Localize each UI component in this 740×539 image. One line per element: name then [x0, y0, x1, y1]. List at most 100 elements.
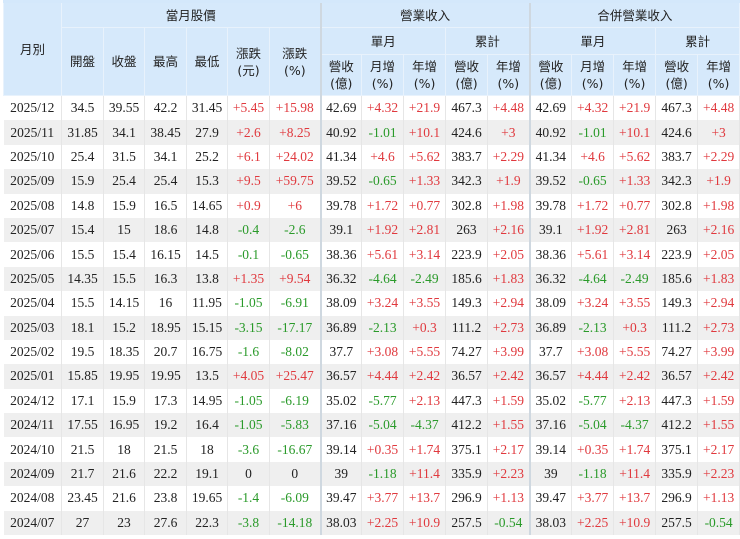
- cons-mom-cell: +4.6: [571, 144, 615, 170]
- month-header: 月別: [3, 1, 62, 96]
- mom-cell: +2.25: [361, 510, 405, 536]
- cons-yoy-cell: -4.37: [613, 413, 657, 438]
- table-row: 2025/07 15.4 15 18.6 14.8 -0.4 -2.6 39.1 +1.92 +2…: [3, 217, 740, 243]
- cons-revenue-cell: 38.36: [528, 242, 573, 267]
- cons-revenue-cell: 40.92: [528, 120, 573, 145]
- yoy-cell: +5.62: [403, 144, 447, 170]
- yoy-cell: +11.4: [403, 461, 447, 487]
- cum-yoy-cell: +2.23: [487, 461, 531, 487]
- table-row: 2024/07 27 23 27.6 22.3 -3.8 -14.18 38.03 +2.25 +…: [3, 510, 740, 536]
- low-cell: 14.5: [186, 242, 228, 267]
- cons-mom-cell: -1.01: [571, 120, 615, 145]
- month-cell: 2025/02: [3, 339, 62, 365]
- open-cell: 15.5: [61, 242, 104, 267]
- open-cell: 14.8: [61, 193, 104, 218]
- close-cell: 23: [103, 510, 145, 536]
- revenue-group-header: 營業收入: [319, 1, 531, 28]
- cum-revenue-cell: 296.9: [445, 486, 489, 511]
- month-cell: 2025/01: [3, 364, 62, 389]
- mom-cell: +3.77: [361, 486, 405, 511]
- revenue-cell: 35.02: [319, 388, 363, 414]
- cons-cum-revenue-cell: 185.6: [655, 266, 699, 292]
- close-cell: 21.6: [103, 461, 145, 487]
- cons-yoy-cell: +5.62: [613, 144, 657, 170]
- revenue-cell: 39.14: [319, 437, 363, 462]
- revenue-cell: 38.09: [319, 291, 363, 316]
- cons-mom-cell: -5.77: [571, 388, 615, 414]
- cons-revenue-cell: 36.57: [528, 364, 573, 389]
- cumulative-header: 累計: [445, 27, 531, 55]
- revenue-cell: 39.1: [319, 217, 363, 243]
- yoy-cell: +2.81: [403, 217, 447, 243]
- cum-yoy-cell: +2.17: [487, 437, 531, 462]
- high-cell: 25.4: [144, 169, 187, 194]
- cons-yoy-cell: +2.13: [613, 388, 657, 414]
- month-cell: 2025/07: [3, 217, 62, 243]
- month-cell: 2025/04: [3, 291, 62, 316]
- cum-yoy-cell: +1.55: [487, 413, 531, 438]
- high-cell: 17.3: [144, 388, 187, 414]
- close-cell: 15.4: [103, 242, 145, 267]
- cons-revenue-cell: 39.1: [528, 217, 573, 243]
- cons-cum-yoy-cell: +3: [697, 120, 740, 145]
- low-cell: 25.2: [186, 144, 228, 170]
- close-cell: 15.9: [103, 193, 145, 218]
- open-cell: 14.35: [61, 266, 104, 292]
- consolidated-single-month-header: 單月: [528, 27, 657, 55]
- revenue-cell: 38.36: [319, 242, 363, 267]
- close-cell: 21.6: [103, 486, 145, 511]
- high-cell: 16.15: [144, 242, 187, 267]
- cons-yoy-cell: +10.9: [613, 510, 657, 536]
- close-header: 收盤: [103, 27, 145, 96]
- yoy-cell: +10.1: [403, 120, 447, 145]
- cons-revenue-cell: 41.34: [528, 144, 573, 170]
- table-row: 2025/11 31.85 34.1 38.45 27.9 +2.6 +8.25 40.92-…: [3, 120, 740, 145]
- open-cell: 15.5: [61, 291, 104, 316]
- open-cell: 31.85: [61, 120, 104, 145]
- cons-cum-revenue-header: 營收 (億): [655, 54, 699, 96]
- low-cell: 13.8: [186, 266, 228, 292]
- cum-yoy-cell: +1.59: [487, 388, 531, 414]
- revenue-cell: 36.57: [319, 364, 363, 389]
- table-row: 2024/12 17.1 15.9 17.3 14.95 -1.05 -6.19 35.02-…: [3, 388, 740, 414]
- cum-revenue-cell: 223.9: [445, 242, 489, 267]
- month-cell: 2024/08: [3, 486, 62, 511]
- open-cell: 18.1: [61, 315, 104, 340]
- low-cell: 19.65: [186, 486, 228, 511]
- mom-cell: +4.44: [361, 364, 405, 389]
- cons-cum-yoy-cell: +1.9: [697, 169, 740, 194]
- cons-yoy-cell: +1.33: [613, 169, 657, 194]
- cum-yoy-cell: +2.05: [487, 242, 531, 267]
- change-pct-cell: 0: [269, 461, 322, 487]
- low-cell: 22.3: [186, 510, 228, 536]
- low-cell: 14.95: [186, 388, 228, 414]
- cons-mom-cell: +1.92: [571, 217, 615, 243]
- rev-revenue-header: 營收 (億): [319, 54, 363, 96]
- change-pct-cell: -5.83: [269, 413, 322, 438]
- cons-mom-cell: +3.77: [571, 486, 615, 511]
- change-cell: +6.1: [227, 144, 270, 170]
- high-cell: 34.1: [144, 144, 187, 170]
- open-cell: 21.5: [61, 437, 104, 462]
- revenue-cell: 37.7: [319, 339, 363, 365]
- table-row: 2025/05 14.35 15.5 16.3 13.8 +1.35 +9.54 36.32-…: [3, 266, 740, 292]
- change-cell: +1.35: [227, 266, 270, 292]
- change-pct-cell: -0.65: [269, 242, 322, 267]
- close-cell: 39.55: [103, 95, 145, 121]
- cons-revenue-cell: 38.03: [528, 510, 573, 536]
- open-cell: 25.4: [61, 144, 104, 170]
- cum-yoy-cell: +1.98: [487, 193, 531, 218]
- cons-yoy-cell: +1.74: [613, 437, 657, 462]
- cons-yoy-cell: +2.42: [613, 364, 657, 389]
- low-cell: 16.4: [186, 413, 228, 438]
- cons-cum-revenue-cell: 296.9: [655, 486, 699, 511]
- month-cell: 2025/08: [3, 193, 62, 218]
- revenue-cell: 42.69: [319, 95, 363, 121]
- revenue-cell: 39.47: [319, 486, 363, 511]
- cum-revenue-cell: 263: [445, 217, 489, 243]
- yoy-cell: +2.42: [403, 364, 447, 389]
- low-cell: 11.95: [186, 291, 228, 316]
- yoy-cell: +10.9: [403, 510, 447, 536]
- cons-yoy-cell: +13.7: [613, 486, 657, 511]
- change-cell: -3.6: [227, 437, 270, 462]
